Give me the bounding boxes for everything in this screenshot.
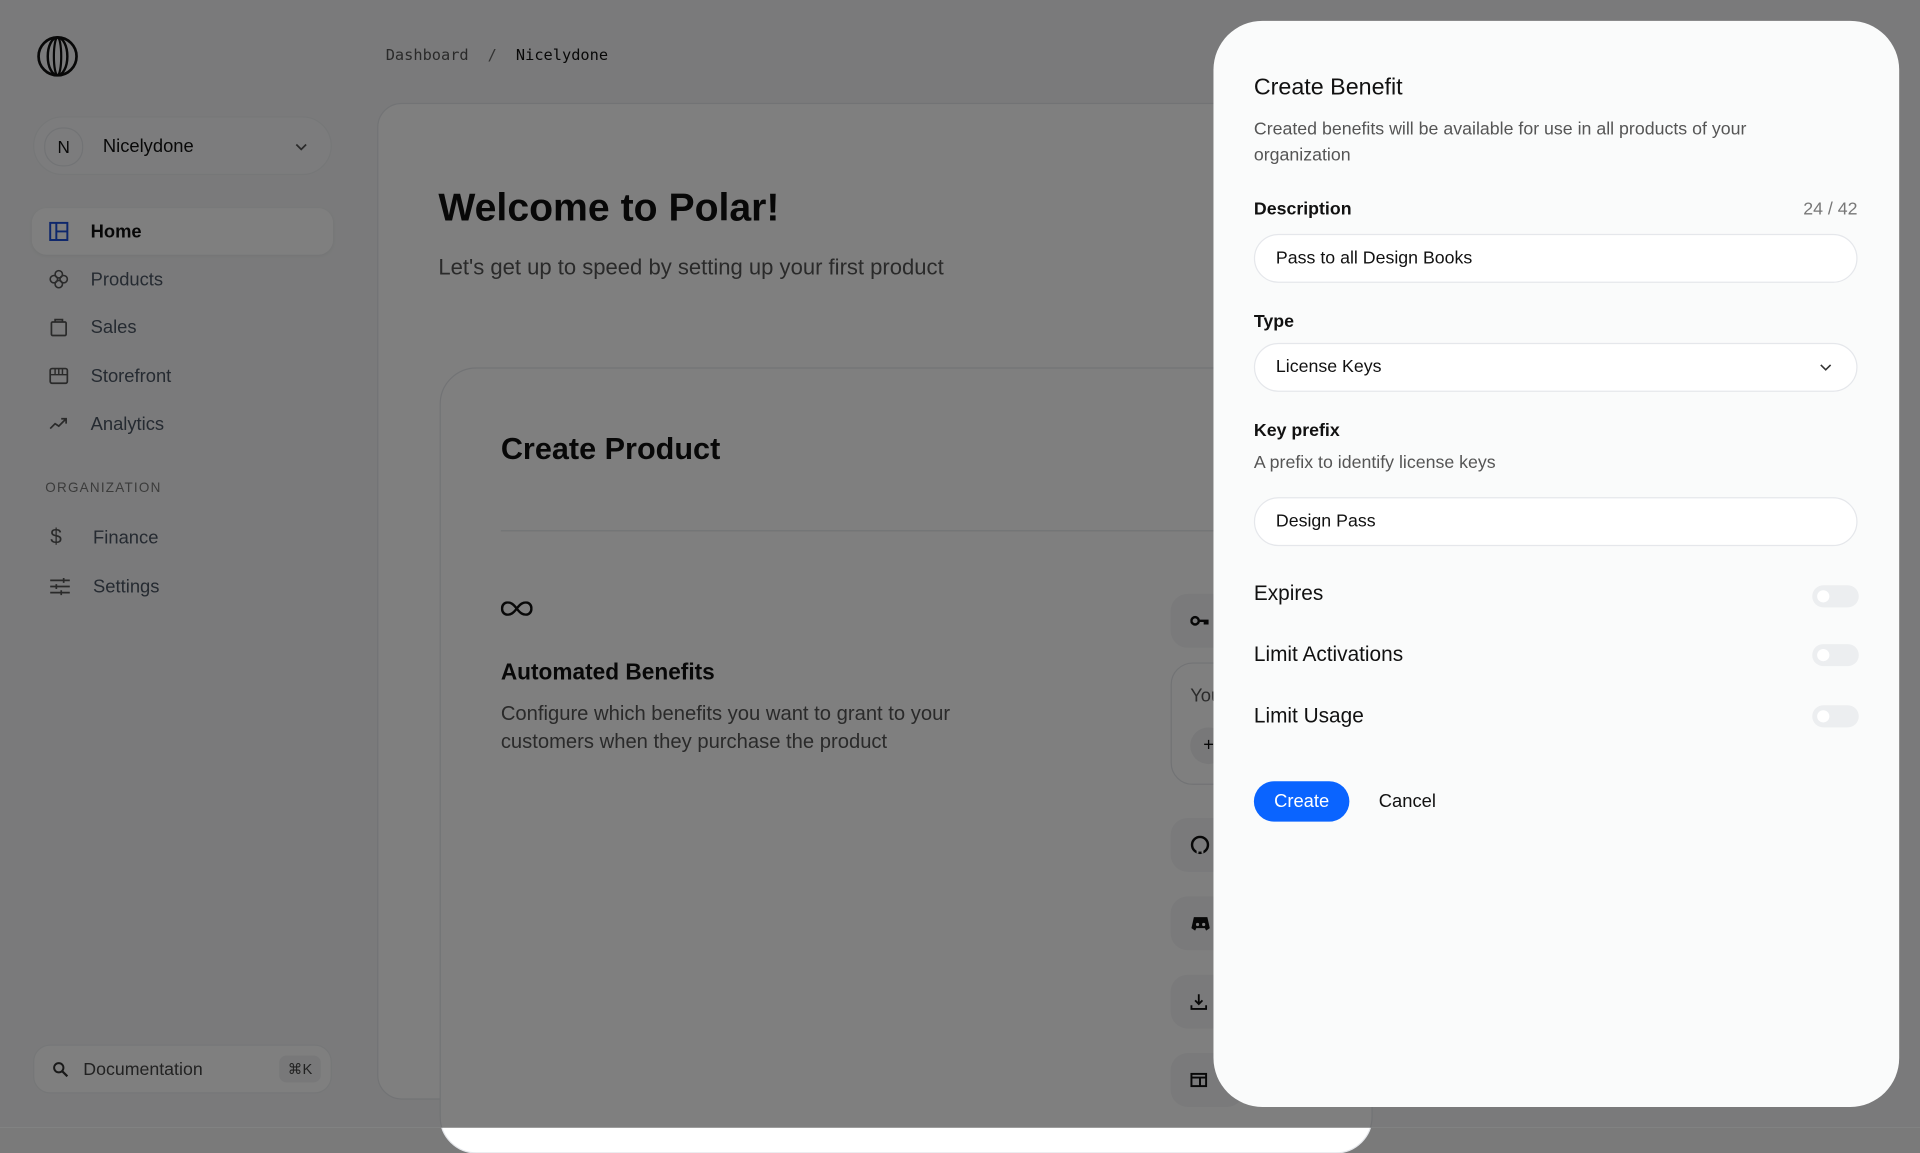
expires-toggle[interactable] [1812, 585, 1859, 607]
cancel-button[interactable]: Cancel [1367, 781, 1449, 821]
limit-usage-label: Limit Usage [1254, 704, 1364, 728]
expires-label: Expires [1254, 582, 1323, 606]
key-prefix-input[interactable]: Design Pass [1254, 497, 1858, 546]
description-value: Pass to all Design Books [1276, 249, 1472, 269]
limit-activations-toggle[interactable] [1812, 644, 1859, 666]
chevron-down-icon [1818, 361, 1833, 373]
key-prefix-label: Key prefix [1254, 421, 1340, 441]
create-button[interactable]: Create [1254, 781, 1350, 821]
type-label: Type [1254, 312, 1294, 332]
create-benefit-modal: Create Benefit Created benefits will be … [1213, 21, 1899, 1107]
modal-subtitle: Created benefits will be available for u… [1254, 118, 1793, 169]
key-prefix-value: Design Pass [1276, 512, 1376, 532]
description-input[interactable]: Pass to all Design Books [1254, 234, 1858, 283]
type-select[interactable]: License Keys [1254, 343, 1858, 392]
description-label: Description [1254, 200, 1352, 220]
key-prefix-help: A prefix to identify license keys [1254, 453, 1496, 473]
modal-title: Create Benefit [1254, 75, 1403, 102]
limit-activations-label: Limit Activations [1254, 643, 1403, 667]
type-value: License Keys [1276, 358, 1382, 378]
limit-usage-toggle[interactable] [1812, 705, 1859, 727]
description-char-count: 24 / 42 [1777, 200, 1858, 220]
